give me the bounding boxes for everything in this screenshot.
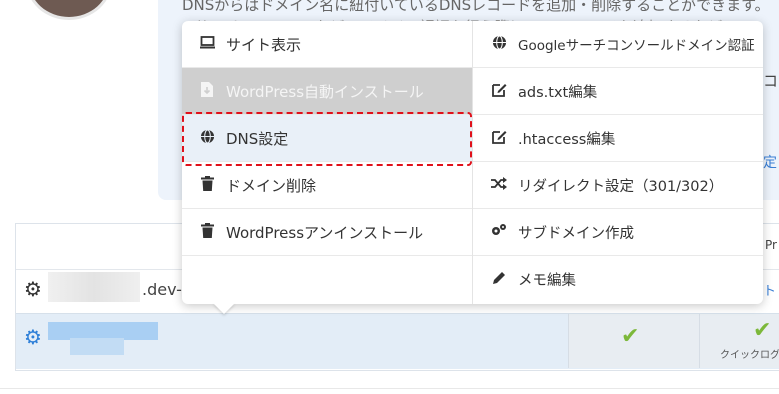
menu-item-label: ads.txt編集	[518, 84, 598, 101]
gear-icon[interactable]: ⚙	[24, 327, 42, 347]
menu-item-wordpress-auto-install[interactable]: WordPress自動インストール	[182, 68, 472, 115]
edit-icon	[490, 129, 508, 148]
menu-item-wordpress-uninstall[interactable]: WordPressアンインストール	[182, 209, 472, 256]
menu-item-label: DNS設定	[226, 129, 289, 148]
edit-icon	[490, 82, 508, 101]
menu-item-label: リダイレクト設定（301/302）	[518, 178, 724, 195]
trash-icon	[198, 222, 216, 242]
divider	[0, 388, 779, 389]
menu-item-ads-txt-edit[interactable]: ads.txt編集	[473, 68, 763, 115]
check-icon: ✔	[621, 324, 640, 349]
info-text-fragment: コ	[763, 72, 779, 90]
quick-login-label[interactable]: クイックログ	[720, 346, 779, 361]
blurred-domain-name[interactable]	[70, 338, 124, 355]
monitor-icon	[198, 35, 216, 53]
pen-icon	[490, 270, 508, 289]
gears-icon	[490, 223, 508, 241]
menu-item-label: .htaccess編集	[518, 131, 616, 148]
info-text-line1: DNSからはドメイン名に紐付いているDNSレコードを追加・削除することができます…	[182, 0, 770, 14]
menu-item-domain-delete[interactable]: ドメイン削除	[182, 162, 472, 209]
menu-item-htaccess-edit[interactable]: .htaccess編集	[473, 115, 763, 162]
menu-item-label: サブドメイン作成	[518, 225, 634, 242]
menu-item-label: WordPress自動インストール	[226, 82, 424, 101]
menu-item-create-subdomain[interactable]: サブドメイン作成	[473, 209, 763, 256]
menu-item-label: WordPressアンインストール	[226, 223, 424, 242]
globe-icon	[490, 34, 508, 54]
shuffle-icon	[490, 176, 508, 194]
menu-item-label: ドメイン削除	[226, 176, 317, 195]
menu-item-memo-edit[interactable]: メモ編集	[473, 256, 763, 303]
trash-icon	[198, 175, 216, 195]
menu-caret	[213, 303, 235, 314]
menu-item-label: サイト表示	[226, 35, 302, 54]
info-link[interactable]: 定	[763, 152, 777, 172]
row-link[interactable]: ト	[763, 280, 776, 299]
download-file-icon	[198, 81, 216, 101]
blurred-domain-name	[48, 272, 140, 302]
menu-item-redirect-settings[interactable]: リダイレクト設定（301/302）	[473, 162, 763, 209]
menu-item-label: Googleサーチコンソールドメイン認証	[518, 38, 755, 54]
globe-icon	[198, 128, 216, 148]
check-icon: ✔	[753, 318, 772, 343]
menu-item-site-view[interactable]: サイト表示	[182, 21, 472, 68]
menu-item-label: メモ編集	[518, 273, 576, 289]
gear-icon[interactable]: ⚙	[24, 279, 42, 299]
table-header-fragment: Pr	[765, 238, 777, 252]
menu-item-google-search-console[interactable]: Googleサーチコンソールドメイン認証	[473, 21, 763, 68]
avatar	[26, 0, 112, 20]
domain-actions-menu: サイト表示 WordPress自動インストール DNS設定 ドメイン削除 Wor…	[182, 21, 763, 304]
menu-item-dns-settings[interactable]: DNS設定	[182, 115, 472, 162]
